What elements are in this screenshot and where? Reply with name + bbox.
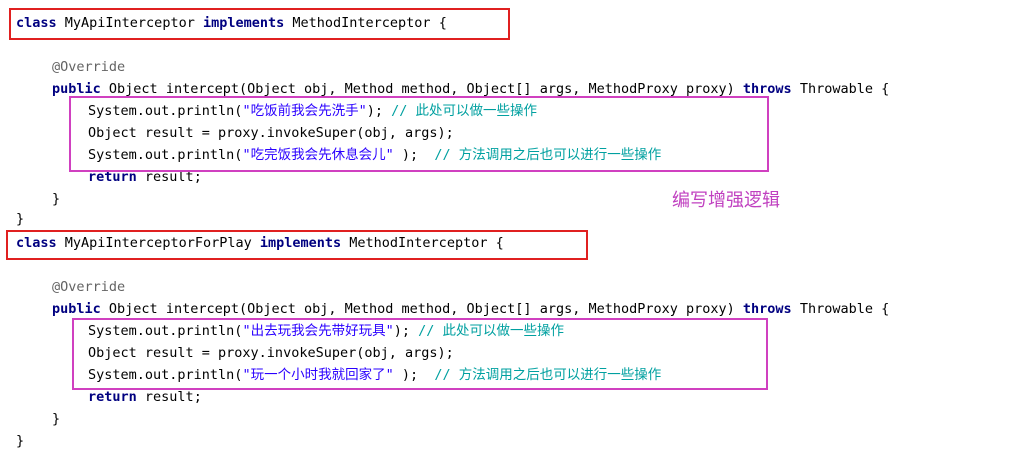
- class-highlight-box: [6, 230, 588, 260]
- signature-text: Object intercept(Object obj, Method meth…: [108, 301, 735, 317]
- signature-tail: Throwable {: [799, 301, 890, 317]
- keyword-throws: throws: [742, 301, 792, 317]
- enhance-logic-box: [69, 96, 769, 172]
- annotation-note: 编写增强逻辑: [672, 190, 780, 211]
- class-highlight-box: [9, 8, 510, 40]
- keyword-throws: throws: [742, 81, 792, 97]
- method-close-brace: }: [52, 411, 61, 427]
- method-close-brace: }: [52, 191, 61, 207]
- return-value: result;: [144, 389, 202, 405]
- keyword-return: return: [88, 389, 137, 405]
- method-signature: public Object intercept(Object obj, Meth…: [52, 298, 889, 320]
- keyword-public: public: [52, 81, 101, 97]
- override-annotation: @Override: [52, 59, 126, 75]
- enhance-logic-box: [72, 318, 768, 390]
- signature-tail: Throwable {: [799, 81, 890, 97]
- keyword-public: public: [52, 301, 101, 317]
- signature-text: Object intercept(Object obj, Method meth…: [108, 81, 735, 97]
- class-close-brace: }: [16, 211, 25, 227]
- override-annotation: @Override: [52, 279, 126, 295]
- class-close-brace: }: [16, 433, 25, 449]
